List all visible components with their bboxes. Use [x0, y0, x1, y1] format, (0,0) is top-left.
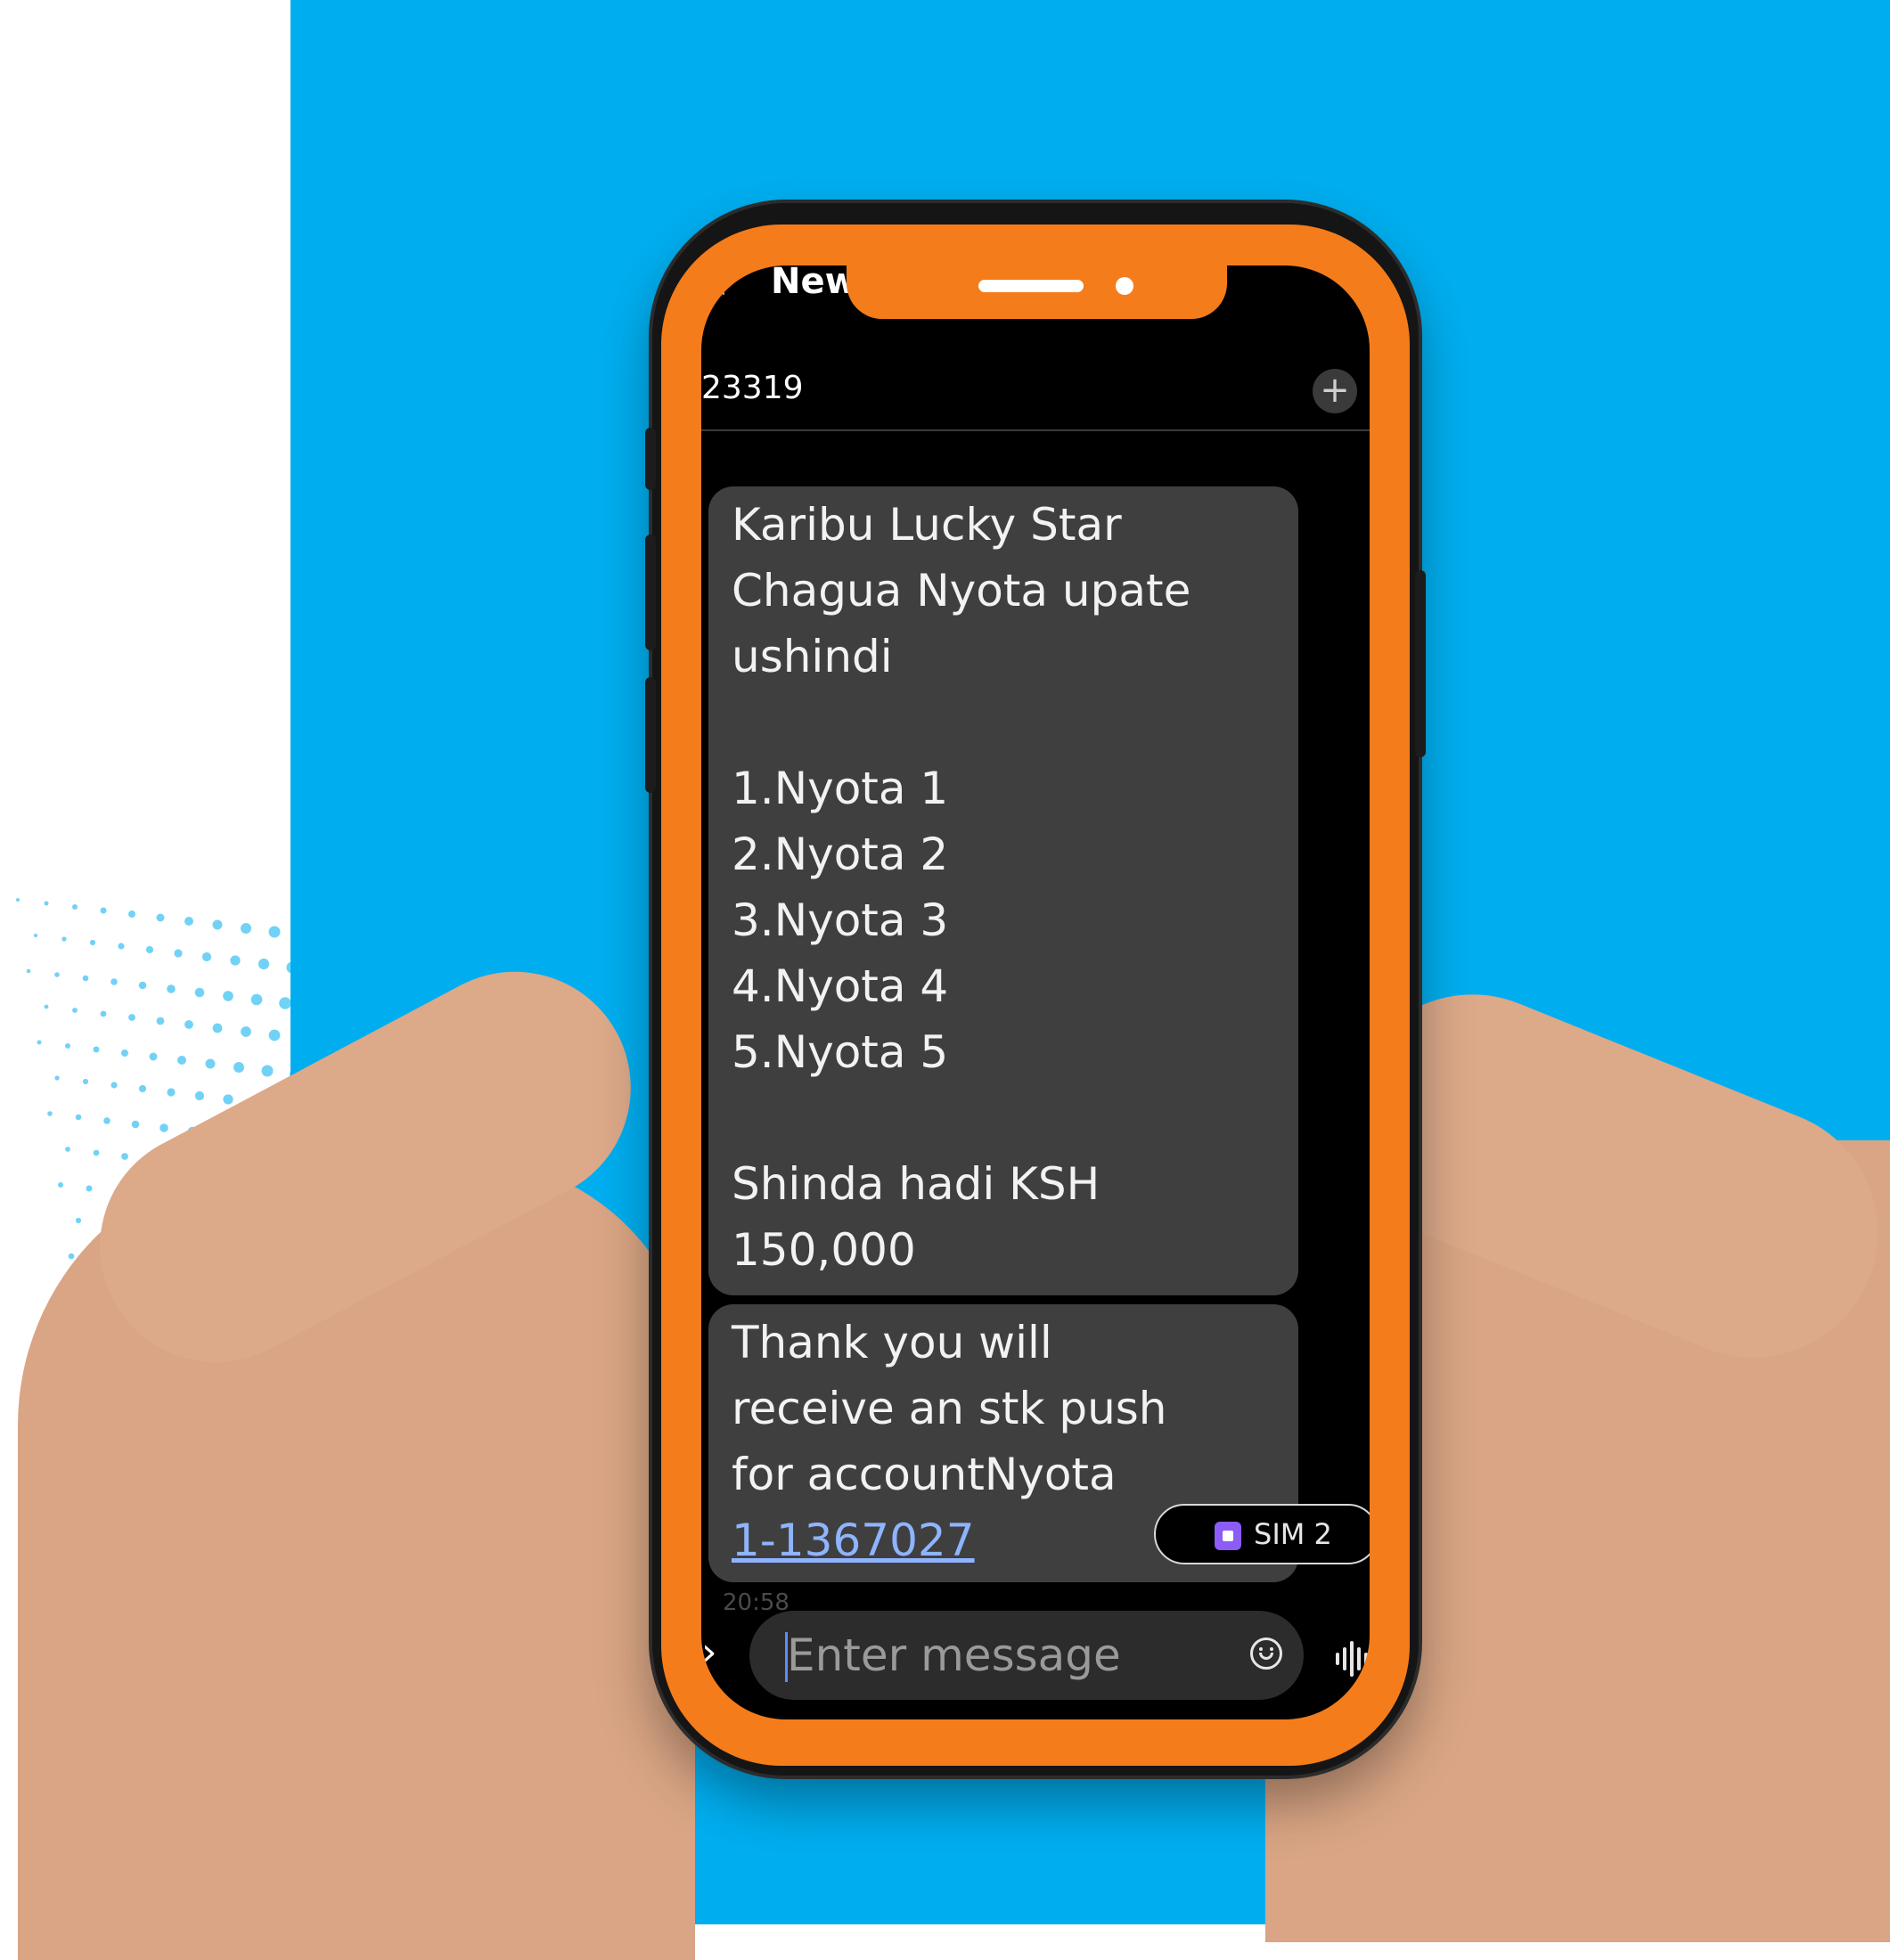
halftone-dot — [297, 1033, 309, 1045]
halftone-dot — [174, 949, 183, 958]
halftone-dot — [138, 1084, 147, 1093]
halftone-dot — [100, 1010, 107, 1017]
halftone-dot — [103, 1117, 110, 1124]
halftone-dot — [223, 1094, 233, 1105]
halftone-dot — [177, 1056, 186, 1065]
halftone-dot — [121, 1153, 128, 1160]
halftone-dot — [47, 1111, 53, 1116]
halftone-dot — [128, 911, 135, 918]
halftone-dot — [223, 991, 233, 1001]
halftone-dot — [93, 1149, 100, 1156]
halftone-dot — [128, 1014, 135, 1021]
halftone-dot — [75, 1114, 82, 1121]
phone-volume-up — [645, 535, 656, 650]
front-camera — [1116, 277, 1133, 295]
halftone-dot — [167, 984, 176, 993]
chevron-right-icon[interactable]: › — [701, 1630, 717, 1675]
halftone-dot — [100, 907, 107, 914]
halftone-dot — [268, 1029, 281, 1041]
halftone-dot — [241, 923, 251, 934]
halftone-dot — [82, 975, 89, 982]
halftone-dot — [131, 1120, 140, 1129]
halftone-dot — [212, 919, 223, 930]
halftone-dot — [184, 917, 193, 926]
halftone-dot — [156, 913, 165, 922]
halftone-dot — [72, 1008, 78, 1013]
halftone-dot — [61, 936, 67, 942]
halftone-dot — [54, 1075, 60, 1081]
header-divider — [701, 429, 1370, 431]
phone-screen: ‹ New 23319 + Karibu Lucky Star Chagua N… — [701, 265, 1370, 1719]
halftone-dot — [26, 968, 31, 974]
halftone-dot — [145, 945, 154, 954]
phone-side-button — [645, 428, 656, 490]
sim-label: SIM 2 — [1254, 1517, 1332, 1551]
earpiece-speaker — [978, 280, 1084, 292]
halftone-dot — [212, 1023, 223, 1033]
halftone-dot — [286, 961, 299, 974]
message-bubble-menu: Karibu Lucky Star Chagua Nyota upate ush… — [708, 486, 1298, 1295]
halftone-dot — [156, 1017, 165, 1025]
plus-icon[interactable]: + — [1313, 369, 1357, 413]
phone-notch — [847, 265, 1227, 319]
halftone-dot — [16, 898, 20, 902]
halftone-dot — [72, 904, 78, 910]
halftone-dot — [110, 1082, 118, 1089]
conversation-sender: 23319 — [701, 370, 804, 406]
halftone-dot — [230, 955, 241, 966]
halftone-dot — [261, 1065, 274, 1077]
halftone-dot — [65, 1147, 70, 1152]
back-arrow-icon[interactable]: ‹ — [714, 269, 740, 303]
halftone-dot — [44, 901, 49, 906]
halftone-dot — [268, 926, 281, 938]
page-title: New — [771, 265, 858, 302]
sim-card-icon — [1215, 1522, 1241, 1550]
halftone-dot — [58, 1182, 63, 1188]
phone-power-button — [1415, 570, 1426, 757]
halftone-dot — [54, 972, 60, 977]
halftone-dot — [86, 1185, 93, 1192]
halftone-dot — [93, 1046, 100, 1053]
halftone-dot — [33, 933, 38, 938]
halftone-dot — [258, 958, 270, 970]
halftone-dot — [75, 1217, 82, 1224]
halftone-dot — [68, 1253, 75, 1260]
halftone-dot — [194, 1090, 205, 1101]
halftone-dot — [201, 951, 212, 962]
halftone-dot — [279, 997, 291, 1009]
message-input-placeholder: Enter message — [787, 1629, 1121, 1681]
halftone-dot — [138, 981, 147, 990]
halftone-dot — [118, 943, 125, 950]
halftone-dot — [233, 1062, 244, 1073]
sim-selector-button[interactable]: SIM 2 — [1154, 1504, 1370, 1564]
halftone-dot — [89, 939, 96, 946]
halftone-dot — [149, 1052, 158, 1061]
message-input[interactable]: Enter message — [749, 1611, 1304, 1700]
halftone-dot — [82, 1078, 89, 1085]
halftone-dot — [160, 1123, 168, 1132]
halftone-dot — [241, 1026, 251, 1037]
halftone-dot — [44, 1004, 49, 1009]
halftone-dot — [184, 1020, 193, 1029]
halftone-dot — [65, 1043, 70, 1049]
halftone-dot — [194, 987, 205, 998]
voice-wave-icon[interactable] — [1336, 1641, 1368, 1677]
halftone-dot — [250, 993, 263, 1006]
account-link[interactable]: 1-1367027 — [732, 1515, 975, 1566]
emoji-icon[interactable] — [1250, 1637, 1282, 1670]
halftone-dot — [121, 1049, 128, 1057]
halftone-dot — [110, 978, 118, 985]
message-text: Thank you will receive an stk push for a… — [732, 1317, 1167, 1500]
phone-volume-down — [645, 677, 656, 793]
halftone-dot — [37, 1040, 42, 1045]
halftone-dot — [167, 1088, 176, 1097]
halftone-dot — [205, 1058, 216, 1069]
